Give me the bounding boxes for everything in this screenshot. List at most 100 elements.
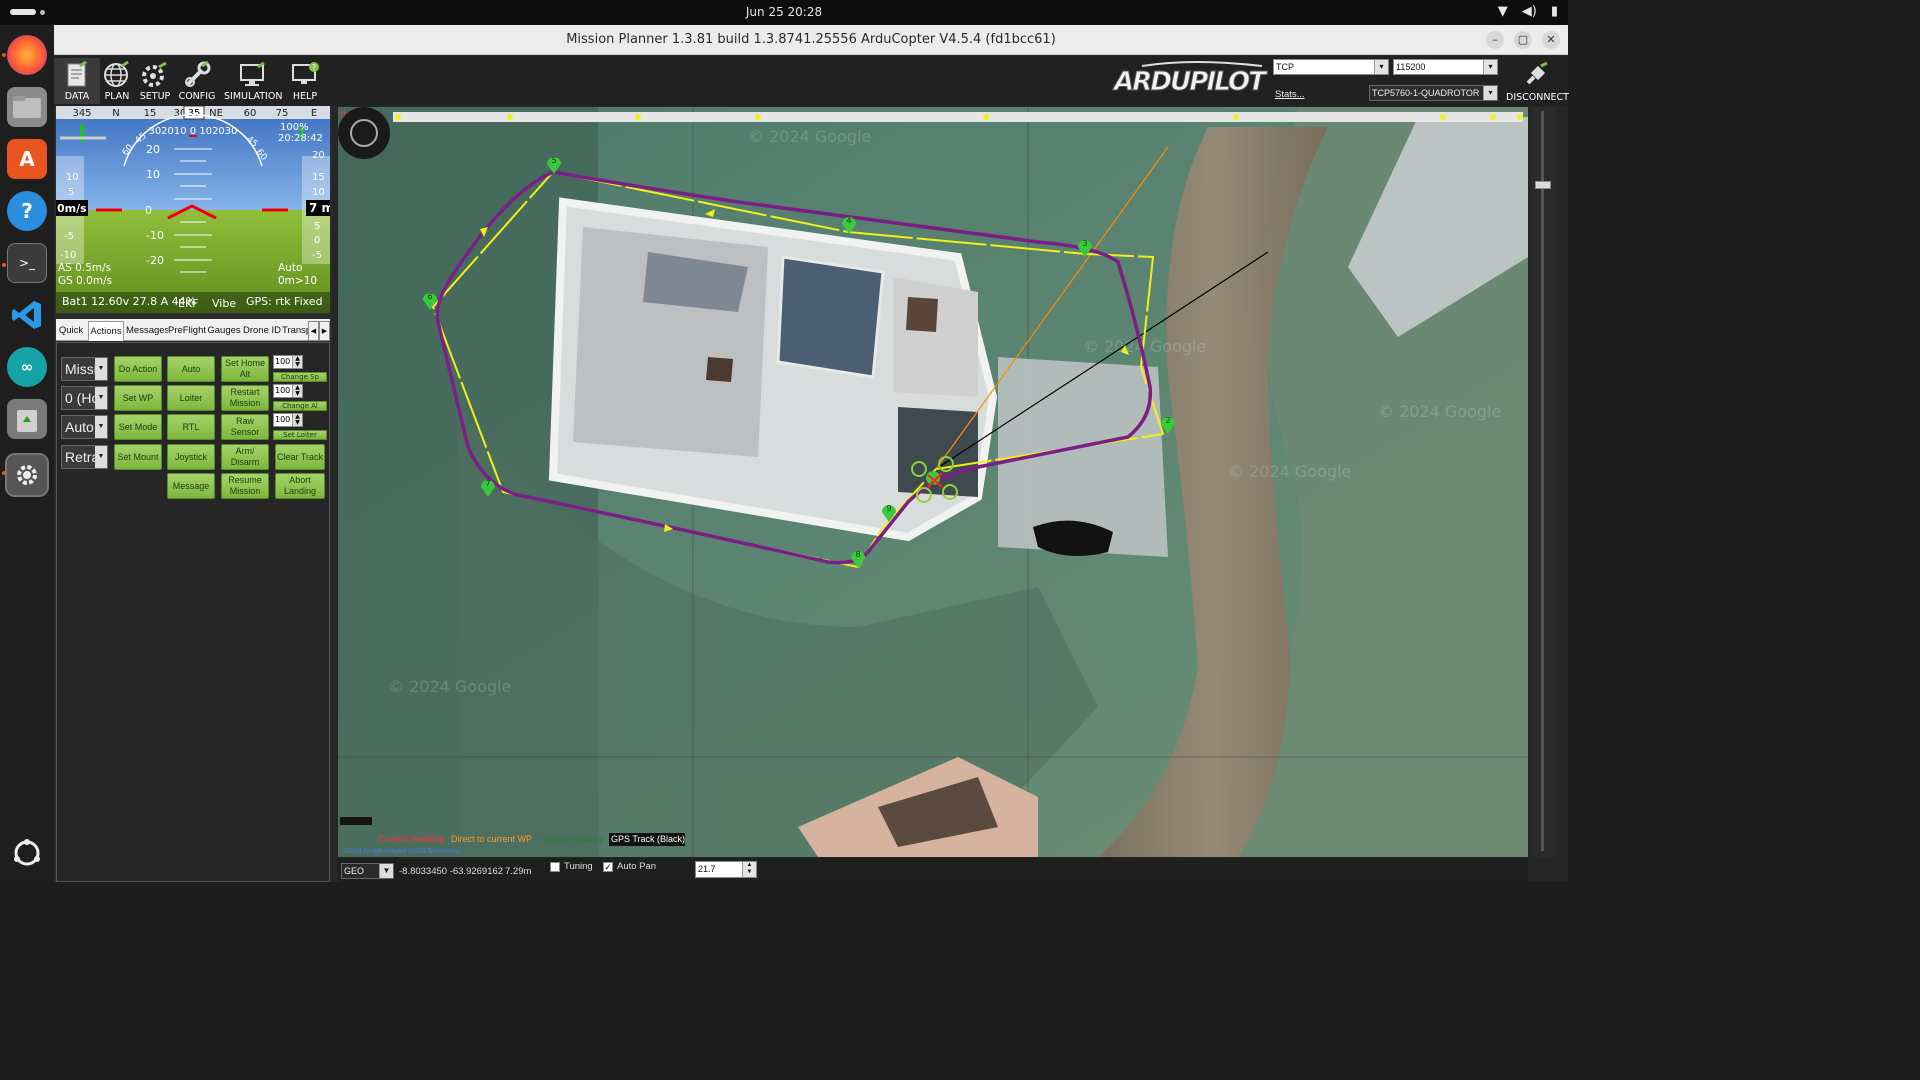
tab-transponder[interactable]: Transponder [282, 321, 308, 341]
wifi-icon[interactable]: ▼ [1498, 4, 1508, 19]
abort-landing-button[interactable]: Abort Landing [275, 473, 325, 499]
show-apps-icon[interactable] [7, 833, 47, 873]
battery-text: Bat1 12.60v 27.8 A 44% [62, 295, 196, 308]
ekf-status[interactable]: EKF [178, 297, 199, 310]
firefox-icon[interactable] [7, 35, 47, 75]
speed-spinner[interactable]: 100 ▲ ▼ [273, 355, 303, 369]
zoom-scrollbar[interactable] [1531, 107, 1555, 857]
waypoint-label: 9 [886, 504, 891, 513]
autopan-label: Auto Pan [617, 861, 657, 872]
clear-track-button[interactable]: Clear Track [275, 444, 325, 470]
resume-mission-button[interactable]: Resume Mission [221, 473, 269, 499]
baud-rate-select[interactable]: 115200 ▾ [1393, 59, 1498, 75]
system-clock[interactable]: Jun 25 20:28 [0, 5, 1568, 19]
auto-button[interactable]: Auto [167, 356, 215, 382]
tab-scroll-right-icon[interactable]: ▶ [319, 321, 330, 341]
minimize-button[interactable]: – [1486, 31, 1504, 49]
message-button[interactable]: Message [167, 473, 215, 499]
help-app-icon[interactable]: ? [7, 191, 47, 231]
loiter-button[interactable]: Loiter [167, 385, 215, 411]
restart-mission-button[interactable]: Restart Mission [221, 385, 269, 411]
arm-disarm-button[interactable]: Arm/ Disarm [221, 444, 269, 470]
autopan-checkbox[interactable]: ✓ [603, 862, 613, 872]
vibe-status[interactable]: Vibe [212, 297, 236, 310]
volume-icon[interactable]: ◀) [1522, 4, 1537, 19]
tuning-checkbox[interactable] [550, 862, 560, 872]
raw-sensor-button[interactable]: Raw Sensor [221, 414, 269, 440]
tab-preflight[interactable]: PreFlight [168, 321, 206, 341]
simulation-icon [240, 61, 265, 86]
files-icon[interactable] [7, 87, 47, 127]
maximize-button[interactable]: ▢ [1514, 31, 1532, 49]
connection-type-value: TCP [1276, 62, 1294, 72]
mission-planner-icon[interactable] [5, 453, 49, 497]
spinner-arrows-icon[interactable]: ▲ ▼ [292, 356, 302, 368]
system-tray[interactable]: ▼ ◀) ▮ [1498, 4, 1558, 19]
config-button[interactable]: CONFIG [174, 58, 220, 104]
coord-mode-select[interactable]: GEO ▼ [341, 863, 394, 879]
help-button[interactable]: ? HELP [282, 58, 328, 104]
actions-tab-panel: Missi ▼ 0 (Ho ▼ Auto ▼ Retra ▼ Do Action Set… [56, 342, 330, 882]
waypoint-select[interactable]: 0 (Ho ▼ [61, 386, 108, 410]
set-mount-button[interactable]: Set Mount [114, 444, 162, 470]
set-loiter-button[interactable]: Set Loiter [273, 430, 327, 440]
legend-current-heading: Current Heading [378, 834, 444, 844]
tab-actions[interactable]: Actions [88, 321, 124, 341]
change-alt-button[interactable]: Change Al [273, 401, 327, 411]
set-home-alt-button[interactable]: Set Home Alt [221, 356, 269, 382]
zoom-level-spinner[interactable]: 21.7 ▲ ▼ [695, 861, 757, 878]
mode-select[interactable]: Auto ▼ [61, 415, 108, 439]
waypoint-label: 3 [1082, 239, 1087, 248]
do-action-button[interactable]: Do Action [114, 356, 162, 382]
map-view[interactable]: © 2024 Google © 2024 Google © 2024 Googl… [338, 107, 1528, 857]
terminal-icon[interactable]: >_ [7, 243, 47, 283]
tab-quick[interactable]: Quick [56, 321, 86, 341]
pitch-tick: 0 [145, 204, 152, 217]
mission-timeline[interactable] [393, 112, 1523, 122]
pitch-tick: -20 [146, 254, 164, 267]
spinner-arrows-icon[interactable]: ▲ ▼ [292, 385, 302, 397]
loiter-radius-spinner[interactable]: 100 ▲ ▼ [273, 413, 303, 427]
altitude-spinner[interactable]: 100 ▲ ▼ [273, 384, 303, 398]
vehicle-select[interactable]: TCP5760-1-QUADROTOR ▾ [1369, 85, 1498, 101]
set-wp-button[interactable]: Set WP [114, 385, 162, 411]
hud-time: 20:28:42 [278, 133, 323, 144]
spinner-arrows-icon[interactable]: ▲ ▼ [742, 862, 756, 877]
tab-drone-id[interactable]: Drone ID [242, 321, 282, 341]
joystick-button[interactable]: Joystick [167, 444, 215, 470]
simulation-button-label: SIMULATION [224, 91, 283, 102]
setup-button[interactable]: SETUP [132, 58, 178, 104]
spinner-arrows-icon[interactable]: ▲ ▼ [292, 414, 302, 426]
app-center-icon[interactable]: A [7, 139, 47, 179]
mount-select[interactable]: Retra ▼ [61, 445, 108, 469]
rtl-button[interactable]: RTL [167, 414, 215, 440]
arduino-icon[interactable]: ∞ [7, 347, 47, 387]
stats-link[interactable]: Stats... [1275, 89, 1305, 100]
change-speed-button[interactable]: Change Sp [273, 372, 327, 382]
battery-icon[interactable]: ▮ [1551, 4, 1558, 19]
mission-select[interactable]: Missi ▼ [61, 357, 108, 381]
tab-gauges[interactable]: Gauges [206, 321, 242, 341]
map-compass[interactable] [338, 107, 390, 159]
waypoint-label: 2 [1165, 416, 1170, 425]
close-button[interactable]: ✕ [1542, 31, 1560, 49]
chevron-down-icon: ▾ [1483, 60, 1497, 74]
flight-mode: Auto [278, 262, 302, 274]
running-indicator [2, 471, 6, 475]
set-mode-button[interactable]: Set Mode [114, 414, 162, 440]
window-titlebar[interactable]: Mission Planner 1.3.81 build 1.3.8741.25… [54, 25, 1568, 55]
alt-tick: 10 [312, 187, 325, 198]
legend-gps-track: GPS Track (Black) [611, 834, 685, 844]
trash-icon[interactable] [7, 399, 47, 439]
vscode-icon[interactable] [7, 295, 47, 335]
hud-display[interactable]: 345 N 15 30 NE 60 75 E 35 302010 0 10203… [56, 106, 330, 313]
connection-type-select[interactable]: TCP ▾ [1273, 59, 1389, 75]
zoom-slider-thumb[interactable] [1535, 181, 1551, 189]
tab-scroll-left-icon[interactable]: ◀ [308, 321, 319, 341]
disconnect-button[interactable]: DISCONNECT [1506, 58, 1569, 104]
help-icon: ? [292, 62, 319, 84]
running-indicator [2, 53, 6, 57]
chevron-down-icon: ▼ [95, 358, 107, 380]
tab-messages[interactable]: Messages [126, 321, 168, 341]
simulation-button[interactable]: SIMULATION [224, 58, 282, 104]
